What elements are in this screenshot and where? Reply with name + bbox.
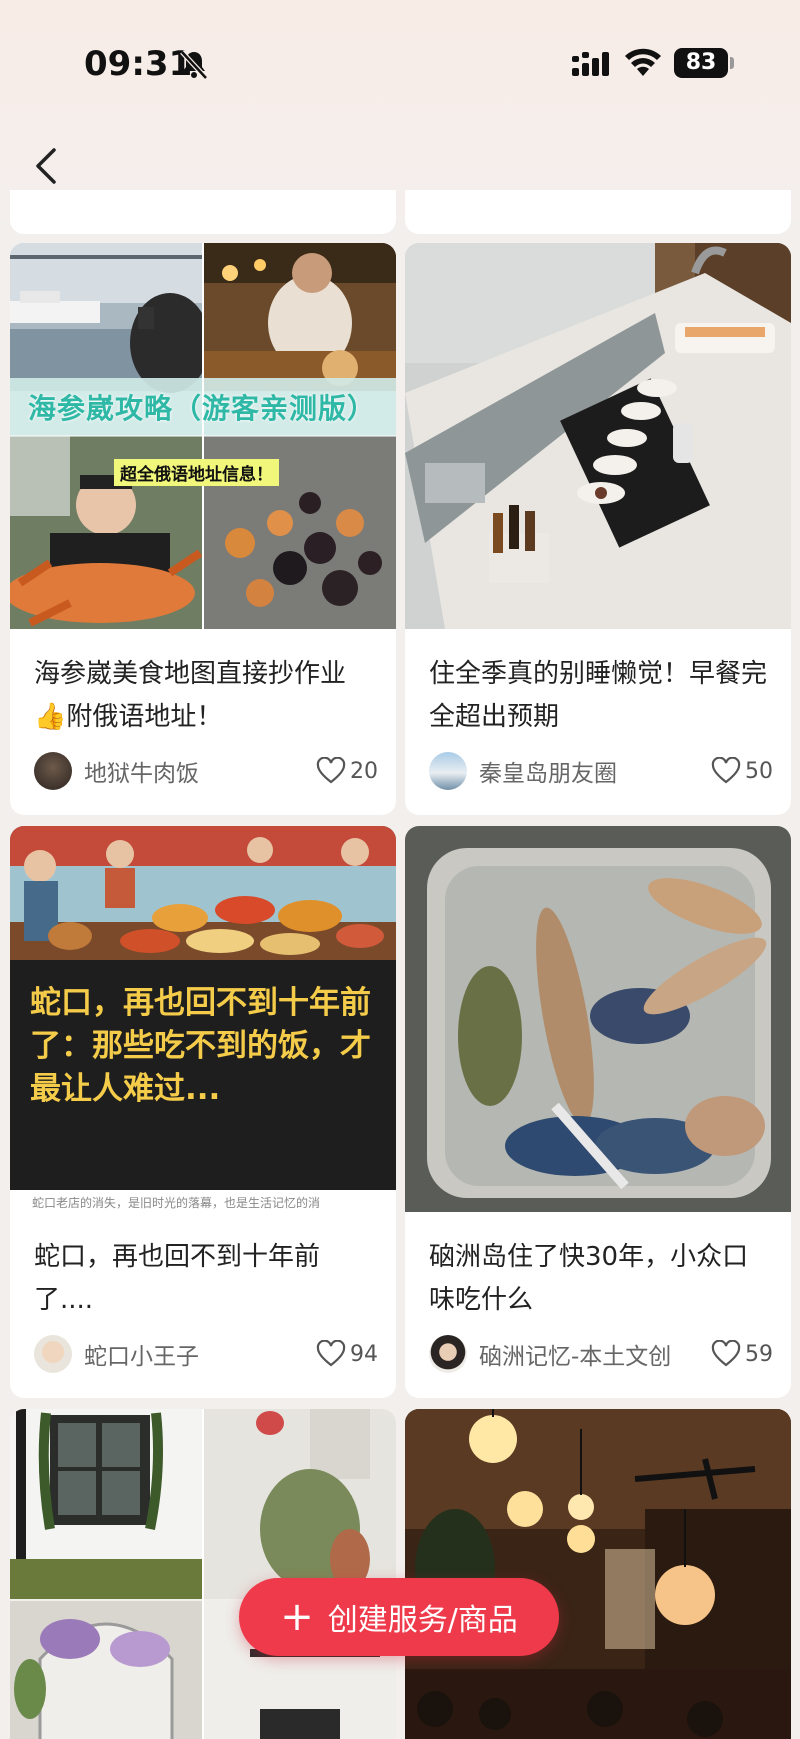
card-title: 住全季真的别睡懒觉！早餐完全超出预期 bbox=[429, 659, 768, 732]
author-name: 蛇口小王子 bbox=[84, 1344, 199, 1370]
cover-photo bbox=[405, 243, 791, 629]
avatar bbox=[34, 1335, 72, 1373]
battery-tip bbox=[730, 57, 734, 69]
previous-card-left[interactable] bbox=[10, 190, 396, 234]
like-count: 20 bbox=[350, 758, 378, 784]
cover-collage bbox=[10, 243, 396, 629]
card-cover-image: 海参崴攻略（游客亲测版） 超全俄语地址信息！ bbox=[10, 243, 396, 629]
card-title: 蛇口，再也回不到十年前了.... bbox=[34, 1242, 321, 1315]
like-button[interactable]: 20 bbox=[316, 757, 378, 785]
like-count: 50 bbox=[745, 758, 773, 784]
like-button[interactable]: 50 bbox=[711, 757, 773, 785]
author-row[interactable]: 秦皇岛朋友圈 50 bbox=[429, 751, 773, 791]
like-button[interactable]: 94 bbox=[316, 1340, 378, 1368]
heart-outline-icon bbox=[316, 1340, 346, 1367]
author-row[interactable]: 硇洲记忆-本土文创 59 bbox=[429, 1334, 773, 1374]
author-row[interactable]: 蛇口小王子 94 bbox=[34, 1334, 378, 1374]
cover-collage bbox=[10, 1409, 396, 1739]
note-card[interactable]: 蛇口，再也回不到十年前了：那些吃不到的饭，才最让人难过... 蛇口老店的消失，是… bbox=[10, 826, 396, 1398]
note-card[interactable]: 住全季真的别睡懒觉！早餐完全超出预期 秦皇岛朋友圈 50 bbox=[405, 243, 791, 815]
avatar bbox=[34, 752, 72, 790]
previous-card-right[interactable] bbox=[405, 190, 791, 234]
bell-muted-icon bbox=[180, 50, 208, 80]
battery-level: 83 bbox=[674, 48, 728, 78]
heart-outline-icon bbox=[711, 757, 741, 784]
note-card[interactable]: 硇洲岛住了快30年，小众口味吃什么 硇洲记忆-本土文创 59 bbox=[405, 826, 791, 1398]
wifi-icon bbox=[625, 48, 661, 76]
cover-photo bbox=[405, 826, 791, 1212]
card-cover-image: 蛇口，再也回不到十年前了：那些吃不到的饭，才最让人难过... 蛇口老店的消失，是… bbox=[10, 826, 396, 1212]
author-name: 地狱牛肉饭 bbox=[84, 761, 199, 787]
like-count: 94 bbox=[350, 1341, 378, 1367]
avatar bbox=[429, 1335, 467, 1373]
card-title: 海参崴美食地图直接抄作业👍附俄语地址！ bbox=[34, 659, 347, 732]
note-card[interactable]: 海参崴攻略（游客亲测版） 超全俄语地址信息！ 海参崴美食地图直接抄作业👍附俄语地… bbox=[10, 243, 396, 815]
plus-icon: + bbox=[280, 1594, 314, 1640]
cover-illustration bbox=[10, 826, 396, 960]
author-name: 硇洲记忆-本土文创 bbox=[479, 1344, 672, 1370]
card-cover-image bbox=[405, 243, 791, 629]
cellular-signal-icon bbox=[572, 52, 609, 76]
create-service-button[interactable]: + 创建服务/商品 bbox=[239, 1578, 559, 1656]
status-bar: 09:31 83 bbox=[0, 0, 800, 130]
cover-subline: 超全俄语地址信息！ bbox=[114, 459, 279, 486]
back-button[interactable] bbox=[22, 140, 72, 192]
card-title: 硇洲岛住了快30年，小众口味吃什么 bbox=[429, 1242, 749, 1315]
heart-outline-icon bbox=[316, 757, 346, 784]
cover-headline: 蛇口，再也回不到十年前了：那些吃不到的饭，才最让人难过... bbox=[30, 985, 371, 1107]
like-count: 59 bbox=[745, 1341, 773, 1367]
status-time: 09:31 bbox=[84, 44, 193, 84]
note-card[interactable] bbox=[10, 1409, 396, 1739]
heart-outline-icon bbox=[711, 1340, 741, 1367]
card-cover-image bbox=[405, 826, 791, 1212]
cover-photo bbox=[405, 1409, 791, 1739]
cover-subline: 蛇口老店的消失，是旧时光的落幕，也是生活记忆的消 bbox=[32, 1196, 321, 1210]
create-service-label: 创建服务/商品 bbox=[327, 1603, 518, 1638]
author-name: 秦皇岛朋友圈 bbox=[479, 761, 617, 787]
note-card[interactable] bbox=[405, 1409, 791, 1739]
like-button[interactable]: 59 bbox=[711, 1340, 773, 1368]
cover-headline: 海参崴攻略（游客亲测版） bbox=[28, 392, 377, 425]
chevron-left-icon bbox=[36, 148, 56, 184]
avatar bbox=[429, 752, 467, 790]
author-row[interactable]: 地狱牛肉饭 20 bbox=[34, 751, 378, 791]
